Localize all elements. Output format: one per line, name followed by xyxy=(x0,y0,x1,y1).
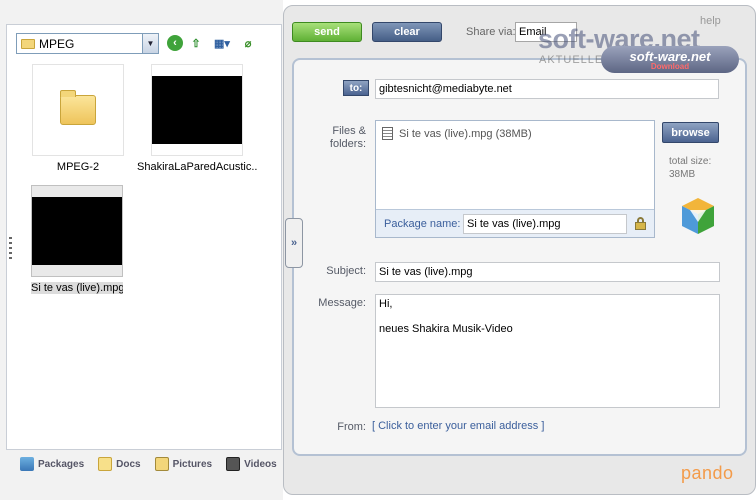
file-tile-label: Si te vas (live).mpg xyxy=(31,282,123,294)
film-icon xyxy=(226,457,241,471)
view-mode-icon[interactable]: ▦▾ xyxy=(210,35,234,51)
message-label: Message: xyxy=(318,297,366,309)
paperclip-icon[interactable]: ⌀ xyxy=(240,35,256,51)
folder-dropdown-value: MPEG xyxy=(39,36,75,51)
lock-icon[interactable] xyxy=(635,217,646,230)
package-cube-icon xyxy=(682,198,714,234)
file-icon xyxy=(382,127,393,140)
folder-up-icon[interactable]: ⇧ xyxy=(188,35,204,51)
to-field[interactable]: gibtesnicht@mediabyte.net xyxy=(375,79,719,99)
tab-docs[interactable]: Docs xyxy=(98,455,141,473)
package-icon xyxy=(20,457,34,471)
total-size-value: 38MB xyxy=(669,169,696,180)
files-label: Files & folders: xyxy=(329,125,366,150)
clear-button[interactable]: clear xyxy=(372,22,442,42)
message-line: Hi, xyxy=(379,298,393,310)
package-name-bar: Package name: Si te vas (live).mpg xyxy=(376,209,654,237)
tab-pictures[interactable]: Pictures xyxy=(154,455,212,473)
tab-packages[interactable]: Packages xyxy=(20,455,84,473)
browser-tabs: Packages Docs Pictures Videos xyxy=(20,455,277,473)
subject-label: Subject: xyxy=(326,265,366,277)
file-tile[interactable]: ShakiraLaParedAcustic... xyxy=(137,64,257,173)
file-tile[interactable]: MPEG-2 xyxy=(32,64,124,173)
browse-button[interactable]: browse xyxy=(662,122,719,143)
send-button[interactable]: send xyxy=(292,22,362,42)
video-thumbnail xyxy=(151,64,243,156)
collapse-panel-button[interactable]: » xyxy=(285,218,303,268)
chevron-down-icon[interactable]: ▼ xyxy=(142,34,158,53)
to-button[interactable]: to: xyxy=(343,80,369,96)
video-thumbnail xyxy=(31,185,123,277)
from-email-link[interactable]: [ Click to enter your email address ] xyxy=(372,420,544,432)
watermark-badge: soft-ware.net Download xyxy=(601,46,739,73)
file-tile-label: ShakiraLaParedAcustic... xyxy=(137,161,257,173)
total-size: total size: 38MB xyxy=(669,155,711,181)
message-textarea[interactable]: Hi, neues Shakira Musik-Video xyxy=(375,294,720,408)
folder-icon xyxy=(60,90,96,125)
tab-videos[interactable]: Videos xyxy=(226,455,277,473)
folder-icon xyxy=(21,39,35,49)
file-tile-selected[interactable]: Si te vas (live).mpg xyxy=(31,185,123,294)
back-arrow-icon[interactable]: ‹ xyxy=(167,35,183,51)
folder-thumbnail xyxy=(32,64,124,156)
total-size-label: total size: xyxy=(669,156,712,167)
from-label: From: xyxy=(337,421,366,433)
resize-grip[interactable] xyxy=(9,237,12,259)
message-line: neues Shakira Musik-Video xyxy=(379,323,513,335)
list-item[interactable]: Si te vas (live).mpg (38MB) xyxy=(382,127,532,140)
file-tile-label: MPEG-2 xyxy=(56,161,100,173)
package-name-input[interactable]: Si te vas (live).mpg xyxy=(463,214,627,234)
file-entry-label: Si te vas (live).mpg (38MB) xyxy=(399,127,532,140)
pando-logo: pando xyxy=(681,463,734,483)
document-icon xyxy=(98,457,113,471)
package-name-label: Package name: xyxy=(384,218,461,230)
share-via-label: Share via: xyxy=(466,26,516,38)
files-list[interactable]: Si te vas (live).mpg (38MB) Package name… xyxy=(375,120,655,238)
picture-icon xyxy=(154,457,169,471)
folder-dropdown[interactable]: MPEG ▼ xyxy=(16,33,159,54)
subject-field[interactable]: Si te vas (live).mpg xyxy=(375,262,720,282)
help-link[interactable]: help xyxy=(700,15,721,27)
